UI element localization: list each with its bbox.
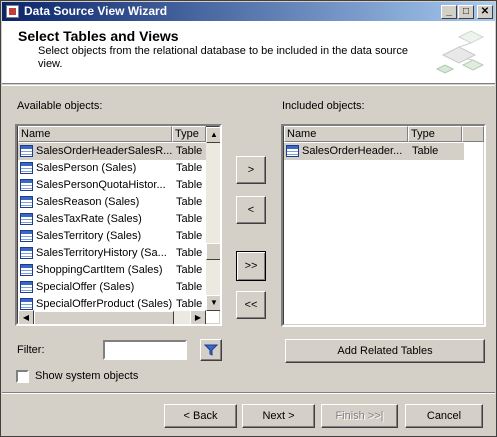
available-vscrollbar[interactable]: ▲ ▼ [206,127,220,311]
table-icon [20,247,33,259]
item-name: SalesOrderHeader... [302,145,403,157]
filter-button[interactable] [200,339,222,361]
item-type: Table [176,264,203,276]
table-icon [20,281,33,293]
included-objects-label: Included objects: [282,100,365,112]
available-objects-label: Available objects: [17,100,103,112]
item-type: Table [176,145,203,157]
available-col-type[interactable]: Type [172,126,206,142]
item-type: Table [176,213,203,225]
page-description: Select objects from the relational datab… [38,45,408,70]
item-type: Table [176,196,203,208]
table-icon [20,179,33,191]
available-objects-list[interactable]: Name Type SalesOrderHeaderSalesR... Table… [15,124,222,326]
wizard-graphic-icon [435,30,485,74]
item-type: Table [176,179,203,191]
list-item[interactable]: SalesPerson (Sales) Table [18,160,206,177]
table-icon [20,145,33,157]
item-name: SalesTerritory (Sales) [36,230,142,242]
item-name: SpecialOffer (Sales) [36,281,135,293]
item-name: SalesReason (Sales) [36,196,140,208]
table-icon [20,213,33,225]
funnel-icon [204,344,218,356]
hscroll-thumb[interactable] [34,311,174,324]
list-item[interactable]: ShoppingCartItem (Sales) Table [18,262,206,279]
page-title: Select Tables and Views [18,28,179,44]
show-system-objects-checkbox[interactable] [16,370,29,383]
item-name: SalesPersonQuotaHistor... [36,179,166,191]
scroll-thumb[interactable] [206,243,220,260]
show-system-objects-label: Show system objects [35,370,139,382]
header-divider [2,85,495,86]
filter-input[interactable] [103,340,187,360]
minimize-button[interactable]: _ [441,5,457,19]
remove-button[interactable]: < [236,196,266,224]
table-icon [20,264,33,276]
list-item[interactable]: SalesTerritoryHistory (Sa... Table [18,245,206,262]
item-type: Table [176,162,203,174]
remove-all-button[interactable]: << [236,291,266,319]
back-button[interactable]: < Back [164,404,237,428]
add-related-tables-button[interactable]: Add Related Tables [285,339,485,363]
scroll-left-button[interactable]: ◀ [18,310,34,324]
list-item[interactable]: SalesTerritory (Sales) Table [18,228,206,245]
item-name: ShoppingCartItem (Sales) [36,264,163,276]
list-item[interactable]: SalesOrderHeader... Table [284,143,464,160]
included-col-spacer [462,126,484,142]
available-col-name[interactable]: Name [18,126,172,142]
maximize-button[interactable]: □ [458,5,474,19]
item-type: Table [176,281,203,293]
item-name: SalesPerson (Sales) [36,162,137,174]
item-name: SalesTerritoryHistory (Sa... [36,247,167,259]
item-name: SalesOrderHeaderSalesR... [36,145,173,157]
table-icon [20,230,33,242]
item-type: Table [176,247,203,259]
scroll-up-button[interactable]: ▲ [206,127,220,143]
list-item[interactable]: SpecialOffer (Sales) Table [18,279,206,296]
app-icon [6,5,19,18]
included-col-name[interactable]: Name [284,126,408,142]
table-icon [20,162,33,174]
cancel-button[interactable]: Cancel [405,404,483,428]
item-name: SalesTaxRate (Sales) [36,213,142,225]
close-button[interactable]: ✕ [477,5,493,19]
list-item[interactable]: SalesPersonQuotaHistor... Table [18,177,206,194]
title-bar: Data Source View Wizard _ □ ✕ [2,2,495,21]
list-item[interactable]: SalesTaxRate (Sales) Table [18,211,206,228]
list-item[interactable]: SalesOrderHeaderSalesR... Table [18,143,206,160]
finish-button[interactable]: Finish >>| [321,404,398,428]
table-icon [20,298,33,310]
wizard-window: Data Source View Wizard _ □ ✕ Select Tab… [0,0,497,437]
included-objects-list[interactable]: Name Type SalesOrderHeader... Table [281,124,486,327]
add-all-button[interactable]: >> [236,251,266,281]
table-icon [286,145,299,157]
wizard-header: Select Tables and Views Select objects f… [2,21,495,84]
available-hscrollbar[interactable]: ◀ ▶ [18,310,206,324]
scroll-right-button[interactable]: ▶ [190,310,206,324]
item-type: Table [176,230,203,242]
list-item[interactable]: SalesReason (Sales) Table [18,194,206,211]
included-col-type[interactable]: Type [408,126,462,142]
add-button[interactable]: > [236,156,266,184]
window-title: Data Source View Wizard [24,4,168,18]
table-icon [20,196,33,208]
next-button[interactable]: Next > [242,404,315,428]
item-type: Table [412,145,439,157]
filter-label: Filter: [17,344,45,356]
scroll-down-button[interactable]: ▼ [206,295,220,311]
footer-separator [2,392,495,394]
